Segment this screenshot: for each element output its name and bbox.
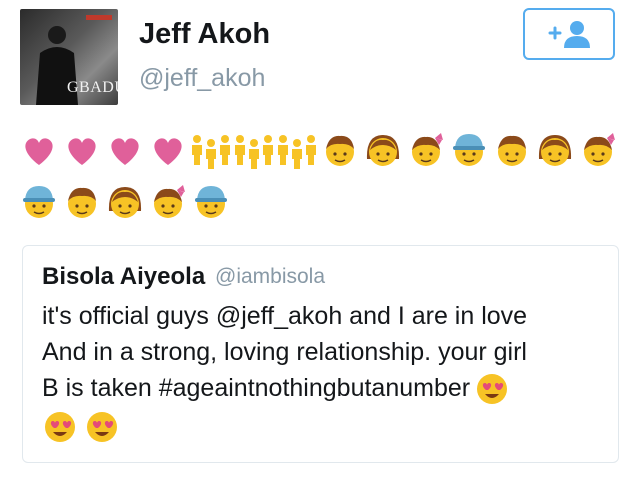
girl-emoji-icon bbox=[538, 135, 572, 166]
emoji-row-1 bbox=[20, 127, 620, 173]
family-emoji-icon bbox=[278, 135, 316, 169]
quoted-author-handle[interactable]: @iambisola bbox=[215, 265, 325, 289]
avatar-cover-text: GBADUN bbox=[67, 79, 118, 96]
tweet-text-line: it's official guys @jeff_akoh and I are … bbox=[42, 302, 528, 330]
profile-name[interactable]: Jeff Akoh bbox=[139, 18, 270, 51]
boy-emoji-icon bbox=[498, 135, 526, 166]
girl-bow-emoji-icon bbox=[584, 133, 615, 166]
tweet-text-last: B is taken #ageaintnothingbutanumber bbox=[42, 374, 471, 402]
quoted-tweet[interactable]: Bisola Aiyeola @iambisola it's official … bbox=[22, 245, 619, 463]
heart-emoji-icon bbox=[154, 138, 182, 165]
cover-tag bbox=[86, 15, 112, 20]
heart-emoji-icon bbox=[25, 138, 53, 165]
heart-emoji-icon bbox=[68, 138, 96, 165]
heart-eyes-emoji-icon bbox=[87, 412, 117, 443]
profile-handle[interactable]: @jeff_akoh bbox=[139, 64, 265, 93]
avatar[interactable]: GBADUN bbox=[20, 9, 118, 105]
boy-cap-emoji-icon bbox=[453, 134, 485, 166]
heart-eyes-emoji-icon bbox=[45, 412, 75, 443]
heart-emoji-icon bbox=[111, 138, 139, 165]
emoji-row-2 bbox=[20, 179, 620, 225]
boy-cap-emoji-icon bbox=[23, 186, 55, 218]
boy-emoji-icon bbox=[326, 135, 354, 166]
girl-bow-emoji-icon bbox=[412, 133, 443, 166]
family-emoji-icon bbox=[235, 135, 273, 169]
heart-eyes-emoji-icon bbox=[477, 374, 508, 405]
follow-button[interactable] bbox=[523, 8, 615, 60]
quoted-tweet-text: it's official guys @jeff_akoh and I are … bbox=[42, 298, 602, 445]
girl-emoji-icon bbox=[108, 187, 142, 218]
quoted-author-name[interactable]: Bisola Aiyeola bbox=[42, 263, 205, 291]
tweet-text-line: B is taken #ageaintnothingbutanumber bbox=[42, 370, 602, 407]
girl-emoji-icon bbox=[366, 135, 400, 166]
girl-bow-emoji-icon bbox=[154, 185, 185, 218]
trailing-emoji-line bbox=[42, 409, 602, 445]
tweet-header: GBADUN Jeff Akoh @jeff_akoh bbox=[0, 0, 640, 110]
boy-cap-emoji-icon bbox=[195, 186, 227, 218]
tweet-text-line: And in a strong, loving relationship. yo… bbox=[42, 338, 527, 366]
boy-emoji-icon bbox=[68, 187, 96, 218]
family-emoji-icon bbox=[192, 135, 230, 169]
add-user-icon bbox=[548, 21, 590, 48]
